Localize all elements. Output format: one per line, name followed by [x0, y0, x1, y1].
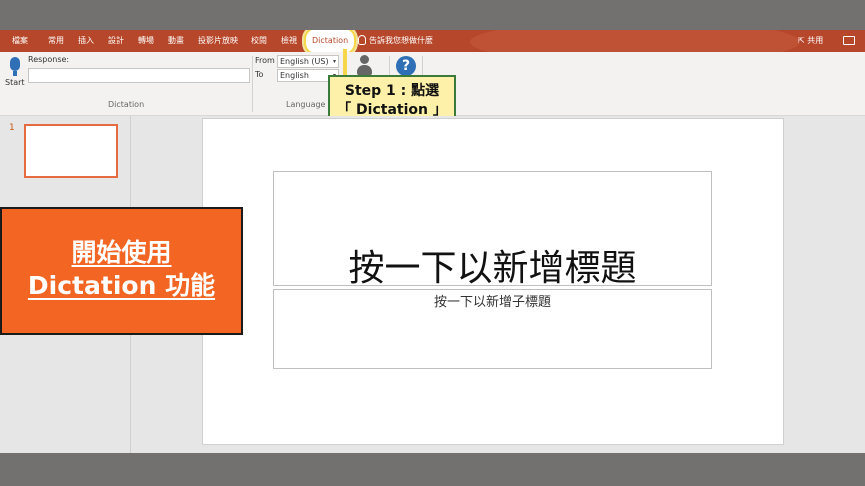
tab-dictation[interactable]: Dictation	[304, 30, 357, 52]
person-head	[360, 55, 369, 64]
callout-line-1: Step 1 : 點選	[344, 83, 440, 99]
dictation-group-label: Dictation	[108, 100, 145, 109]
lightbulb-icon	[358, 35, 366, 45]
tab-item[interactable]: 檔案	[12, 30, 28, 52]
person-icon[interactable]	[357, 55, 372, 77]
tell-me-box[interactable]: 告訴我您想做什麼	[358, 30, 433, 52]
share-label: 共用	[807, 36, 824, 45]
tab-item[interactable]: 動畫	[168, 30, 184, 52]
comment-icon[interactable]	[843, 36, 855, 45]
ribbon-tab-bar: 檔案 常用 插入 設計 轉場 動畫 投影片放映 校閱 檢視 Dictation 告訴我您想做什麼 …	[0, 30, 865, 52]
tell-me-text: 告訴我您想做什麼	[369, 36, 433, 45]
share-icon: ⇱	[798, 36, 805, 45]
bottom-frame-bar	[0, 453, 865, 486]
person-body	[357, 65, 372, 75]
microphone-stand-icon	[13, 71, 17, 76]
ribbon-decoration	[470, 30, 800, 52]
callout-pointer	[343, 49, 347, 77]
tab-item[interactable]: 校閱	[251, 30, 267, 52]
chevron-down-icon: ▾	[332, 58, 336, 65]
from-language-value: English (US)	[280, 57, 329, 66]
from-language-select[interactable]: English (US) ▾	[277, 55, 339, 68]
response-label: Response:	[28, 55, 70, 64]
help-icon[interactable]: ?	[396, 56, 416, 76]
top-frame-bar	[0, 0, 865, 30]
start-button-label[interactable]: Start	[5, 78, 25, 87]
tab-item[interactable]: 設計	[108, 30, 124, 52]
group-separator	[252, 56, 253, 112]
tab-item[interactable]: 檢視	[281, 30, 297, 52]
tab-item[interactable]: 投影片放映	[198, 30, 238, 52]
title-placeholder-text: 按一下以新增標題	[348, 248, 637, 289]
to-language-value: English	[280, 71, 309, 80]
subtitle-placeholder-text: 按一下以新增子標題	[433, 295, 551, 310]
tab-item[interactable]: 插入	[78, 30, 94, 52]
slide-number: 1	[9, 123, 15, 133]
language-group-label: Language	[286, 100, 326, 109]
microphone-icon[interactable]	[10, 57, 20, 71]
intro-banner: 開始使用 Dictation 功能	[0, 207, 243, 335]
response-input[interactable]	[28, 68, 250, 83]
to-label: To	[255, 70, 264, 79]
from-label: From	[255, 56, 275, 65]
banner-line-2: Dictation 功能	[27, 271, 216, 300]
banner-line-1: 開始使用	[71, 238, 172, 267]
slide-thumbnail[interactable]	[24, 124, 118, 178]
tab-item[interactable]: 轉場	[138, 30, 154, 52]
tab-item[interactable]: 常用	[48, 30, 64, 52]
share-button[interactable]: ⇱ 共用	[798, 30, 823, 52]
